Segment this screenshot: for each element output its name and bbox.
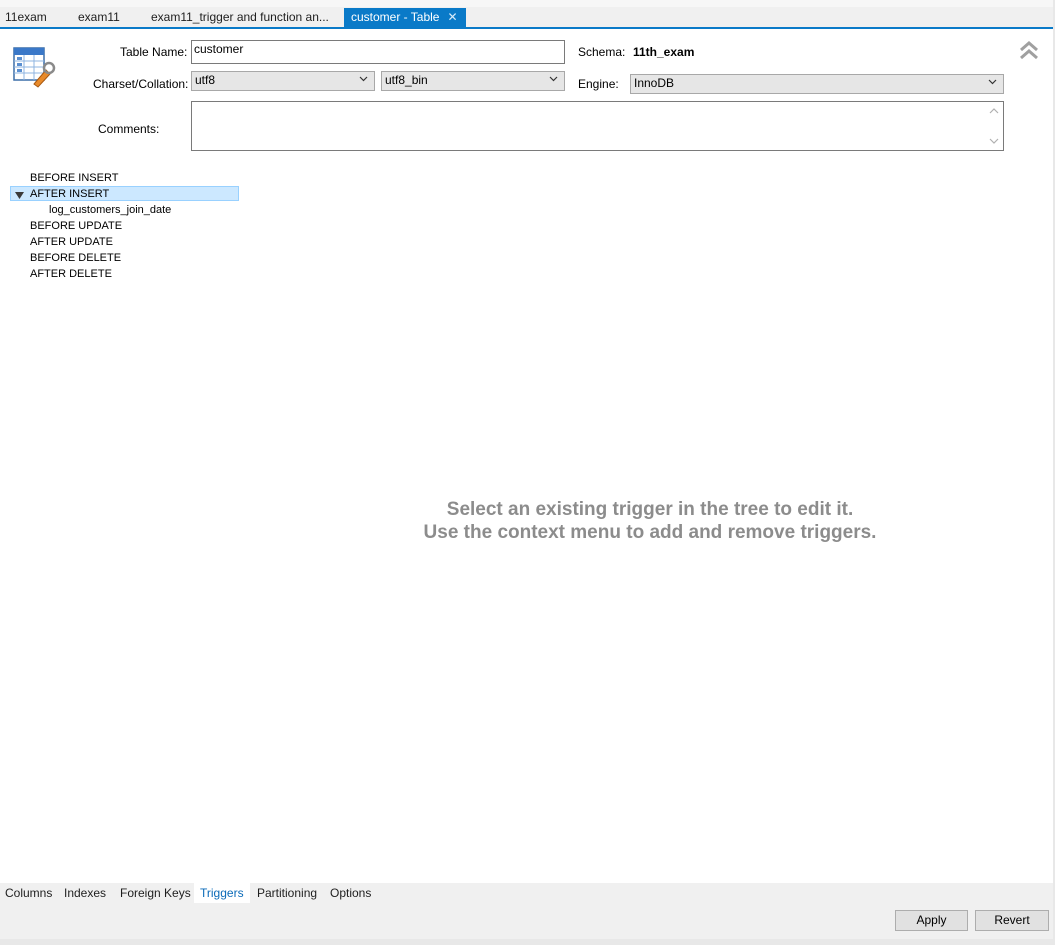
tree-item-after-insert[interactable]: AFTER INSERT [30, 188, 109, 200]
comments-scrollbar[interactable] [987, 104, 1001, 148]
table-name-input[interactable]: customer [191, 40, 565, 64]
tree-item-before-insert[interactable]: BEFORE INSERT [30, 172, 118, 184]
editor-tab-bar: 11exam exam11 exam11_trigger and functio… [0, 0, 1055, 29]
hint-line-1: Select an existing trigger in the tree t… [446, 499, 854, 520]
tab-11exam[interactable]: 11exam [5, 8, 47, 27]
tab-options[interactable]: Options [330, 886, 371, 900]
table-name-label: Table Name: [120, 45, 188, 59]
tree-item-before-update[interactable]: BEFORE UPDATE [30, 220, 122, 232]
charset-label: Charset/Collation: [93, 77, 189, 91]
engine-select[interactable]: InnoDB [630, 74, 1004, 94]
schema-label: Schema: [578, 45, 626, 59]
tree-item-before-delete[interactable]: BEFORE DELETE [30, 252, 121, 264]
schema-value: 11th_exam [633, 45, 695, 59]
tab-foreign-keys[interactable]: Foreign Keys [120, 886, 191, 900]
revert-button[interactable]: Revert [975, 910, 1049, 931]
charset-value: utf8 [195, 73, 216, 87]
expand-arrow-icon[interactable] [14, 189, 25, 199]
collapse-chevron-icon[interactable] [1018, 40, 1040, 62]
tree-item-after-update[interactable]: AFTER UPDATE [30, 236, 113, 248]
engine-value: InnoDB [634, 76, 675, 90]
charset-select[interactable]: utf8 [191, 71, 375, 91]
tab-customer-table[interactable]: customer - Table ✕ [344, 8, 466, 28]
table-editor-icon [12, 44, 56, 88]
comments-textarea[interactable] [191, 101, 1004, 151]
tab-columns[interactable]: Columns [5, 886, 52, 900]
engine-label: Engine: [578, 77, 619, 91]
tree-item-after-delete[interactable]: AFTER DELETE [30, 268, 112, 280]
hint-line-2: Use the context menu to add and remove t… [423, 522, 877, 543]
tab-indexes[interactable]: Indexes [64, 886, 106, 900]
tab-triggers[interactable]: Triggers [194, 883, 250, 903]
tab-customer-table-label: customer - Table [351, 10, 440, 24]
chevron-down-icon [359, 76, 368, 82]
tab-partitioning[interactable]: Partitioning [257, 886, 317, 900]
collation-select[interactable]: utf8_bin [381, 71, 565, 91]
apply-button[interactable]: Apply [895, 910, 968, 931]
tab-bar-trim [0, 0, 1055, 7]
tree-item-log-customers-join-date[interactable]: log_customers_join_date [49, 204, 171, 216]
chevron-down-icon [549, 76, 558, 82]
comments-label: Comments: [98, 122, 160, 136]
chevron-down-icon [988, 79, 997, 85]
collation-value: utf8_bin [385, 73, 428, 87]
editor-bottom-tabs: Columns Indexes Foreign Keys Triggers Pa… [0, 883, 1053, 903]
window-bottom-edge [0, 939, 1055, 945]
tab-exam11[interactable]: exam11 [78, 8, 120, 27]
tab-exam11-trigger[interactable]: exam11_trigger and function an... [151, 8, 329, 27]
close-icon[interactable]: ✕ [447, 8, 457, 27]
